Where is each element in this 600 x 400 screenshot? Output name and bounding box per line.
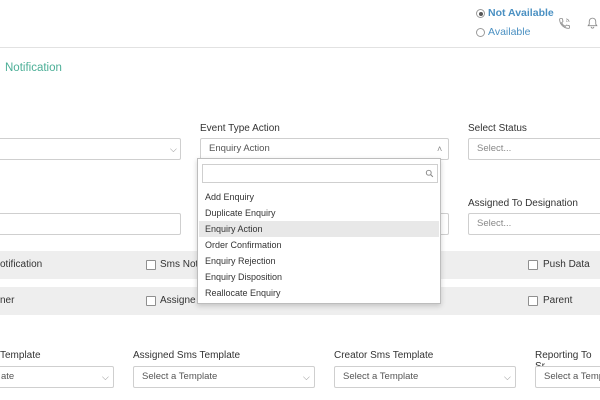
creator-sms-template-select[interactable]: Select a Template (334, 366, 516, 388)
left-cut-input[interactable] (0, 213, 181, 235)
bell-icon[interactable] (586, 16, 599, 30)
option-enquiry-action[interactable]: Enquiry Action (199, 221, 439, 237)
sms-notification-checkbox[interactable] (146, 260, 156, 270)
search-icon (425, 169, 434, 178)
chevron-down-icon: ⌵ (102, 372, 109, 382)
template-col1-select[interactable]: ate (0, 366, 114, 388)
not-available-radio[interactable] (476, 9, 485, 18)
chevron-down-icon: ⌵ (504, 372, 511, 382)
chevron-down-icon: ⌵ (170, 144, 177, 154)
parent-label: Parent (543, 295, 573, 306)
assigned-sms-template-label: Assigned Sms Template (133, 350, 241, 361)
not-available-label[interactable]: Not Available (488, 7, 554, 19)
template-col1-label: Template (0, 350, 41, 361)
phone-icon[interactable] (558, 17, 571, 30)
page-title: Notification (5, 62, 62, 74)
assigned-label: Assigne (160, 295, 196, 306)
band1-left-label: otification (0, 259, 43, 270)
band2-left-label: ner (0, 295, 15, 306)
event-type-action-dropdown: Add Enquiry Duplicate Enquiry Enquiry Ac… (197, 158, 441, 304)
left-cut-select[interactable] (0, 138, 181, 160)
creator-sms-template-label: Creator Sms Template (334, 350, 434, 361)
parent-checkbox[interactable] (528, 296, 538, 306)
chevron-up-icon: ˄ (437, 144, 443, 154)
dropdown-search-input[interactable] (202, 164, 438, 183)
option-order-confirmation[interactable]: Order Confirmation (199, 237, 439, 253)
chevron-down-icon: ⌵ (303, 372, 310, 382)
option-duplicate-enquiry[interactable]: Duplicate Enquiry (199, 205, 439, 221)
assigned-to-designation-select[interactable]: Select... (468, 213, 600, 235)
assigned-to-designation-label: Assigned To Designation (468, 198, 578, 209)
event-type-action-label: Event Type Action (200, 123, 280, 134)
push-data-checkbox[interactable] (528, 260, 538, 270)
assigned-checkbox[interactable] (146, 296, 156, 306)
sms-notification-label: Sms Noti (160, 259, 201, 270)
available-label[interactable]: Available (488, 26, 530, 38)
assigned-sms-template-select[interactable]: Select a Template (133, 366, 315, 388)
reporting-to-template-select[interactable]: Select a Templa (535, 366, 600, 388)
select-status-select[interactable]: Select... (468, 138, 600, 160)
option-enquiry-disposition[interactable]: Enquiry Disposition (199, 269, 439, 285)
push-data-label: Push Data (543, 259, 590, 270)
select-status-label: Select Status (468, 123, 527, 134)
option-reallocate-enquiry[interactable]: Reallocate Enquiry (199, 285, 439, 301)
option-enquiry-rejection[interactable]: Enquiry Rejection (199, 253, 439, 269)
available-radio[interactable] (476, 28, 485, 37)
option-add-enquiry[interactable]: Add Enquiry (199, 189, 439, 205)
event-type-action-select[interactable]: Enquiry Action (200, 138, 449, 160)
